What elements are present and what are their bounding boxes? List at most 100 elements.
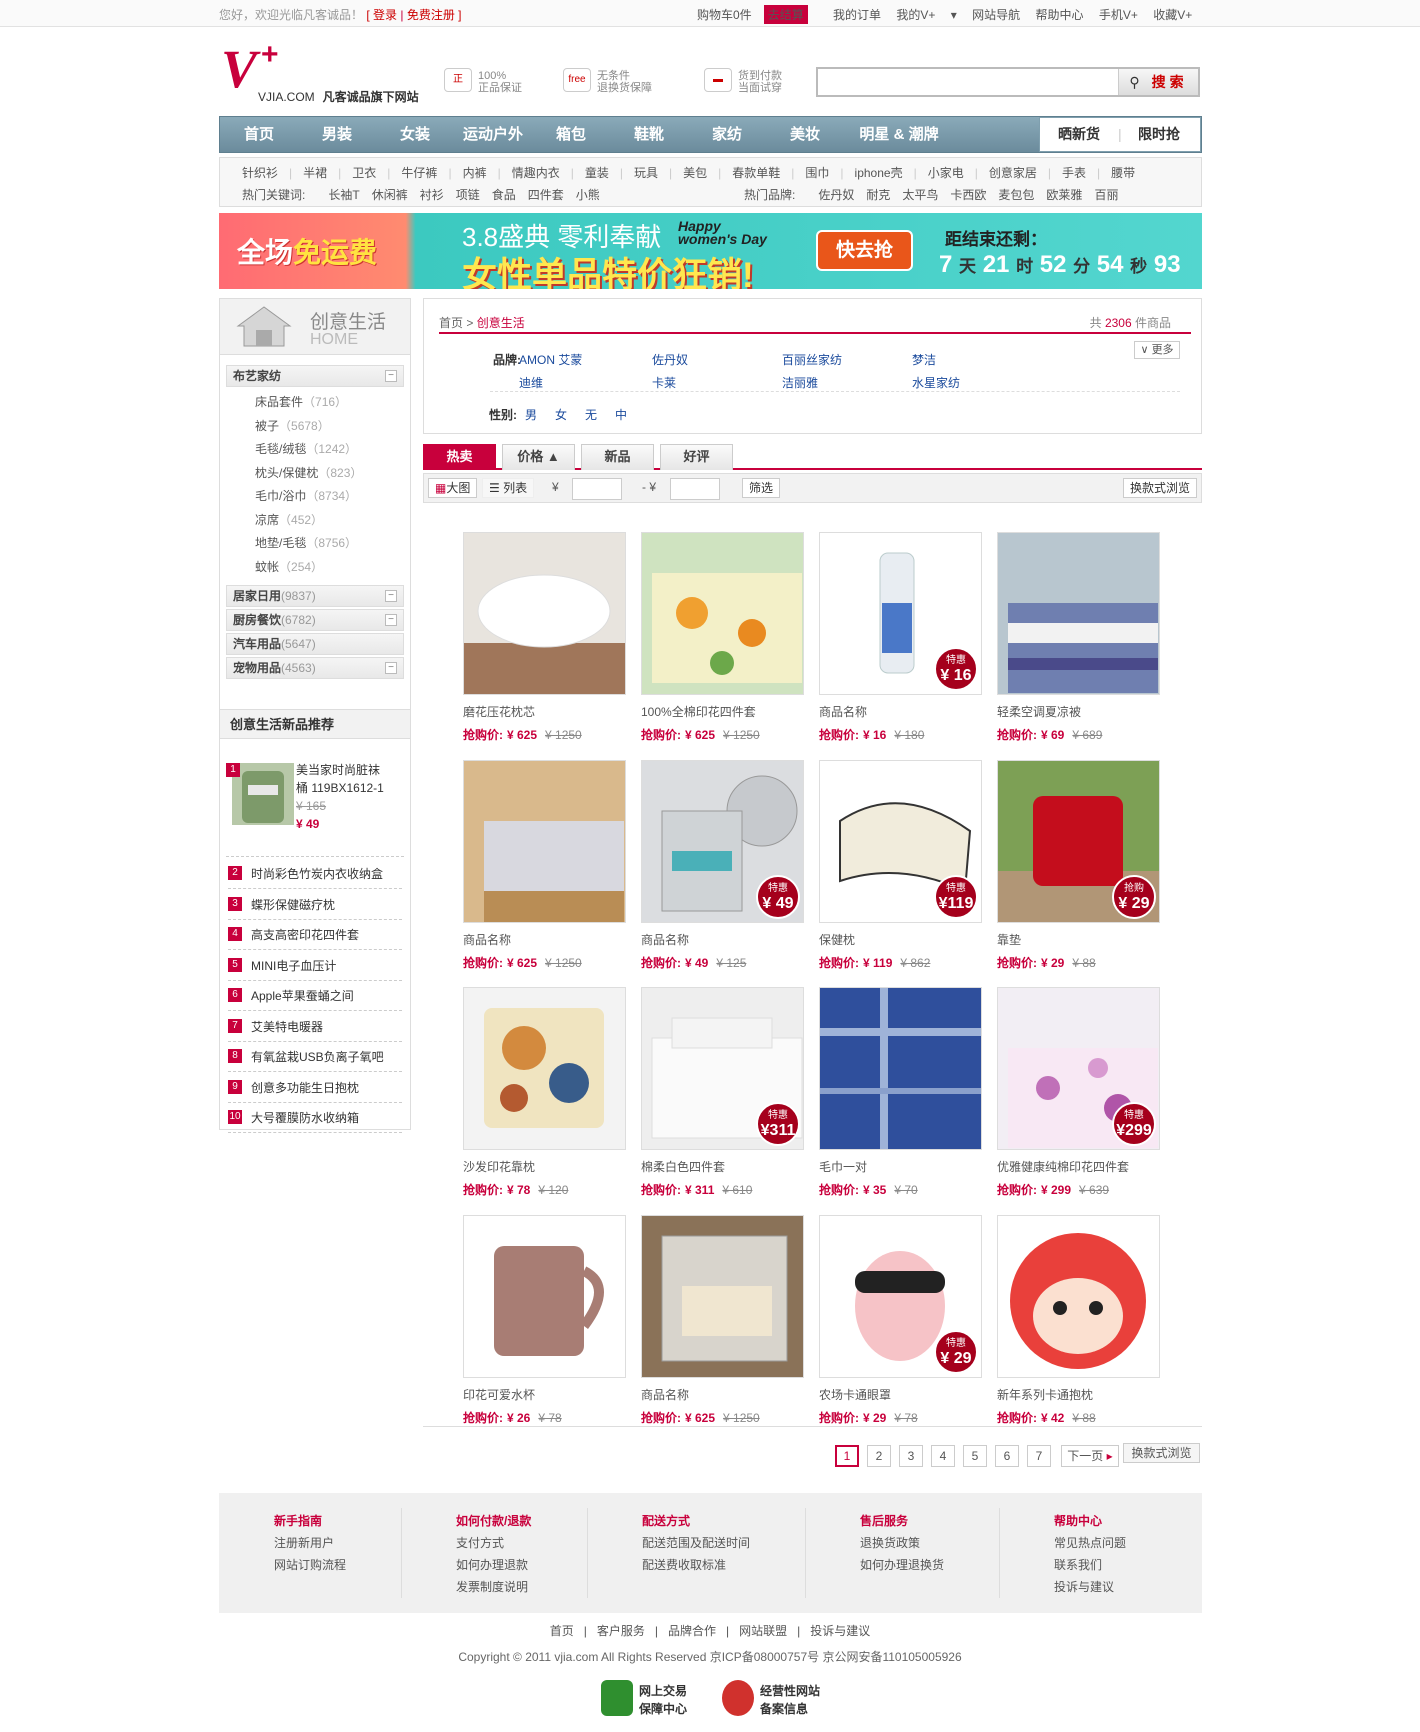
product-name[interactable]: 100%全棉印花四件套 xyxy=(641,703,756,720)
bottom-link[interactable]: 投诉与建议 xyxy=(810,1624,870,1638)
brand-option[interactable]: 百丽丝家纺 xyxy=(782,351,842,368)
subnav-item[interactable]: 童装 xyxy=(585,164,609,181)
subnav-item[interactable]: iphone壳 xyxy=(855,164,903,181)
collapse-icon[interactable]: − xyxy=(385,614,397,626)
subnav-item[interactable]: 美包 xyxy=(683,164,707,181)
hot-brand[interactable]: 佐丹奴 xyxy=(818,186,854,203)
recommend-item[interactable]: 9 创意多功能生日抱枕 xyxy=(228,1073,402,1103)
footer-link[interactable]: 退换货政策 xyxy=(860,1532,944,1554)
breadcrumb-home[interactable]: 首页 xyxy=(439,316,463,330)
more-brands-button[interactable]: ∨ 更多 xyxy=(1134,341,1180,359)
footer-link[interactable]: 支付方式 xyxy=(456,1532,531,1554)
hot-brand[interactable]: 卡西欧 xyxy=(950,186,986,203)
bottom-link[interactable]: 首页 xyxy=(550,1624,574,1638)
brand-option[interactable]: 梦洁 xyxy=(912,351,936,368)
product-name[interactable]: 保健枕 xyxy=(819,931,855,948)
banner-go-button[interactable]: 快去抢 xyxy=(816,230,913,271)
tab-price[interactable]: 价格 ▲ xyxy=(502,444,575,470)
subnav-item[interactable]: 内裤 xyxy=(463,164,487,181)
nav-item-home[interactable]: 首页 xyxy=(220,117,298,152)
view-grid-button[interactable]: ▦大图 xyxy=(428,478,478,498)
nav-item-home-textile[interactable]: 家纺 xyxy=(688,117,766,152)
product-name[interactable]: 优雅健康纯棉印花四件套 xyxy=(997,1158,1129,1175)
gender-option[interactable]: 女 xyxy=(555,406,567,423)
subnav-item[interactable]: 针织衫 xyxy=(242,164,278,181)
product-card[interactable]: 磨花压花枕芯 抢购价: ¥ 625 ¥ 1250 xyxy=(463,532,628,752)
footer-link[interactable]: 常见热点问题 xyxy=(1054,1532,1126,1554)
nav-item-women[interactable]: 女装 xyxy=(376,117,454,152)
bottom-link[interactable]: 网站联盟 xyxy=(739,1624,787,1638)
recommend-item[interactable]: 7 艾美特电暖器 xyxy=(228,1012,402,1042)
product-name[interactable]: 沙发印花靠枕 xyxy=(463,1158,535,1175)
sidebar-category[interactable]: 汽车用品(5647) xyxy=(226,633,404,655)
subnav-item[interactable]: 情趣内衣 xyxy=(512,164,560,181)
site-logo[interactable]: V + VJIA.COM 凡客诚品旗下网站 xyxy=(221,38,419,104)
product-card[interactable]: 特惠 ¥311 棉柔白色四件套 抢购价: ¥ 311 ¥ 610 xyxy=(641,987,806,1207)
product-card[interactable]: 特惠 ¥ 16 商品名称 抢购价: ¥ 16 ¥ 180 xyxy=(819,532,984,752)
product-image[interactable] xyxy=(641,1215,804,1378)
footer-link[interactable]: 配送费收取标准 xyxy=(642,1554,750,1576)
product-card[interactable]: 特惠 ¥ 49 商品名称 抢购价: ¥ 49 ¥ 125 xyxy=(641,760,806,980)
recommend-item[interactable]: 10 大号覆膜防水收纳箱 xyxy=(228,1103,402,1133)
top-link-favorite[interactable]: 收藏V+ xyxy=(1153,6,1192,23)
product-card[interactable]: 印花可爱水杯 抢购价: ¥ 26 ¥ 78 xyxy=(463,1215,628,1435)
switch-view-button[interactable]: 换款式浏览 xyxy=(1122,478,1197,498)
product-card[interactable]: 新年系列卡通抱枕 抢购价: ¥ 42 ¥ 88 xyxy=(997,1215,1162,1435)
footer-link[interactable]: 配送范围及配送时间 xyxy=(642,1532,750,1554)
register-link[interactable]: 免费注册 ] xyxy=(407,8,462,22)
nav-item-shoes[interactable]: 鞋靴 xyxy=(610,117,688,152)
tab-rating[interactable]: 好评 xyxy=(660,444,733,470)
tab-hot[interactable]: 热卖 xyxy=(423,444,496,470)
product-name[interactable]: 毛巾一对 xyxy=(819,1158,867,1175)
gender-option[interactable]: 男 xyxy=(525,406,537,423)
product-name[interactable]: 商品名称 xyxy=(641,931,689,948)
footer-link[interactable]: 如何办理退换货 xyxy=(860,1554,944,1576)
recommend-item[interactable]: 3 蝶形保健磁疗枕 xyxy=(228,890,402,920)
product-card[interactable]: 沙发印花靠枕 抢购价: ¥ 78 ¥ 120 xyxy=(463,987,628,1207)
hot-keyword[interactable]: 小熊 xyxy=(576,186,600,203)
recommend-item[interactable]: 6 Apple苹果蚕蛹之间 xyxy=(228,981,402,1011)
recommend-item[interactable]: 5 MINI电子血压计 xyxy=(228,951,402,981)
sidebar-category[interactable]: 居家日用(9837) − xyxy=(226,585,404,607)
product-card[interactable]: 商品名称 抢购价: ¥ 625 ¥ 1250 xyxy=(641,1215,806,1435)
nav-item-star-brands[interactable]: 明星 & 潮牌 xyxy=(844,117,954,152)
bottom-link[interactable]: 品牌合作 xyxy=(668,1624,716,1638)
sidebar-subcategory[interactable]: 被子（5678） xyxy=(255,417,330,434)
subnav-item[interactable]: 玩具 xyxy=(634,164,658,181)
product-name[interactable]: 靠垫 xyxy=(997,931,1021,948)
subnav-item[interactable]: 卫衣 xyxy=(352,164,376,181)
page-button[interactable]: 6 xyxy=(995,1445,1019,1467)
product-name[interactable]: 农场卡通眼罩 xyxy=(819,1386,891,1403)
cart-link[interactable]: 购物车0件 xyxy=(697,6,752,23)
sidebar-subcategory[interactable]: 毛毯/绒毯（1242） xyxy=(255,440,357,457)
sidebar-subcategory[interactable]: 床品套件（716） xyxy=(255,393,347,410)
nav-new-arrivals[interactable]: 晒新货 xyxy=(1040,118,1118,151)
product-card[interactable]: 特惠 ¥119 保健枕 抢购价: ¥ 119 ¥ 862 xyxy=(819,760,984,980)
price-max-input[interactable] xyxy=(670,478,720,500)
gender-option[interactable]: 无 xyxy=(585,406,597,423)
product-image[interactable] xyxy=(641,532,804,695)
product-card[interactable]: 商品名称 抢购价: ¥ 625 ¥ 1250 xyxy=(463,760,628,980)
nav-flash-sale[interactable]: 限时抢 xyxy=(1120,118,1198,151)
subnav-item[interactable]: 创意家居 xyxy=(989,164,1037,181)
product-image[interactable] xyxy=(819,987,982,1150)
product-image[interactable] xyxy=(463,1215,626,1378)
product-name[interactable]: 新年系列卡通抱枕 xyxy=(997,1386,1093,1403)
recommend-top-item[interactable]: 1 美当家时尚脏袜桶 119BX1612-1 ¥ 165 ¥ 49 xyxy=(226,751,404,857)
product-card[interactable]: 100%全棉印花四件套 抢购价: ¥ 625 ¥ 1250 xyxy=(641,532,806,752)
top-link-orders[interactable]: 我的订单 xyxy=(833,6,881,23)
footer-link[interactable]: 投诉与建议 xyxy=(1054,1576,1126,1598)
price-min-input[interactable] xyxy=(572,478,622,500)
chevron-down-icon[interactable]: ▾ xyxy=(951,8,957,22)
subnav-item[interactable]: 手表 xyxy=(1062,164,1086,181)
view-list-button[interactable]: ☰ 列表 xyxy=(482,478,535,498)
nav-item-beauty[interactable]: 美妆 xyxy=(766,117,844,152)
product-image[interactable]: 特惠 ¥299 xyxy=(997,987,1160,1150)
pager-switch-view[interactable]: 换款式浏览 xyxy=(1123,1443,1200,1463)
nav-item-bags[interactable]: 箱包 xyxy=(532,117,610,152)
bottom-link[interactable]: 客户服务 xyxy=(597,1624,645,1638)
product-image[interactable] xyxy=(463,532,626,695)
page-button[interactable]: 7 xyxy=(1027,1445,1051,1467)
sidebar-subcategory[interactable]: 毛巾/浴巾（8734） xyxy=(255,487,357,504)
checkout-button[interactable]: 去结算 xyxy=(763,5,808,24)
